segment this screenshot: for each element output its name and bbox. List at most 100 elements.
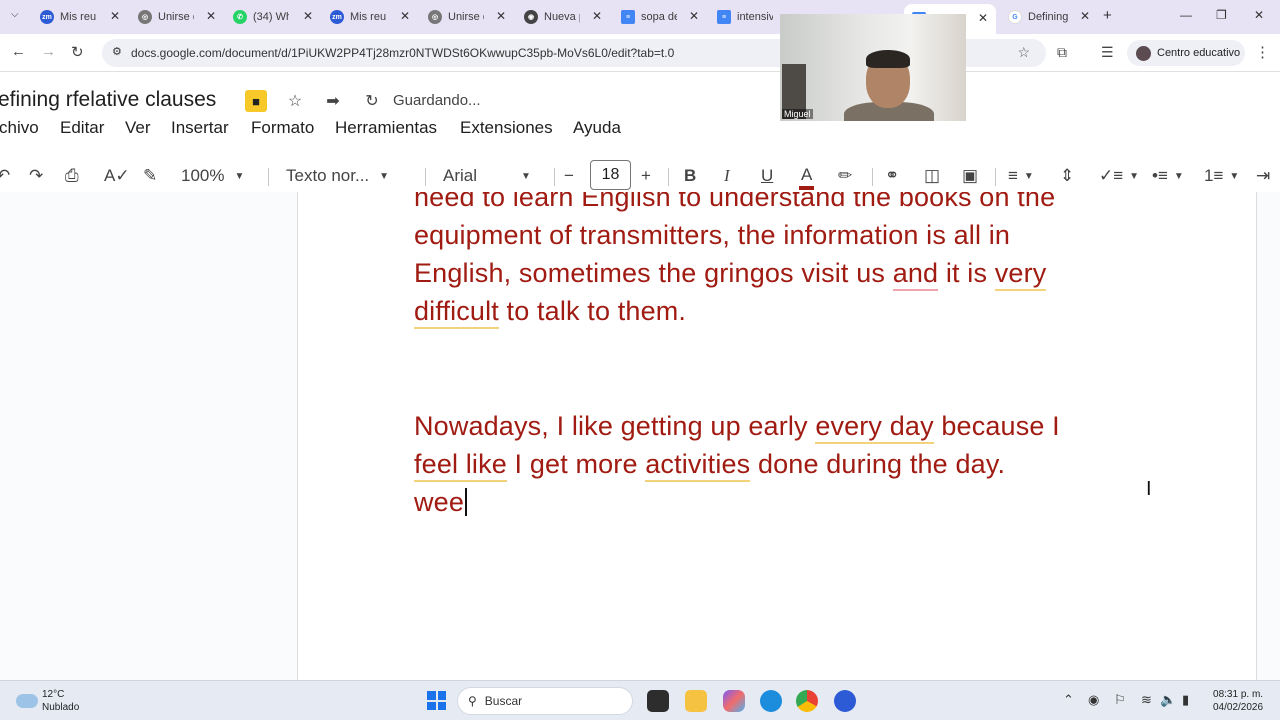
menu-ayuda[interactable]: Ayuda <box>573 118 621 138</box>
weather-widget[interactable]: 12°C Nublado <box>16 688 79 714</box>
browser-tab-2[interactable]: ✆ (34) Wh ✕ <box>233 7 313 27</box>
menu-formato[interactable]: Formato <box>251 118 314 138</box>
star-icon[interactable]: ☆ <box>284 90 306 112</box>
bulleted-list-icon[interactable]: •≡ ▼ <box>1152 164 1184 188</box>
line-spacing-icon[interactable]: ⇕ <box>1060 164 1074 188</box>
insert-image-icon[interactable]: ▣ <box>962 164 978 188</box>
video-call-thumbnail[interactable]: Miguel <box>780 14 966 121</box>
taskbar-clock[interactable]: 08:31 p. m. 04/02/2026 <box>1213 688 1263 714</box>
new-tab-button[interactable]: + <box>1103 7 1112 24</box>
minimize-icon[interactable]: — <box>1180 8 1192 22</box>
style-suggestion[interactable]: very <box>994 258 1047 291</box>
paragraph-1-line-2[interactable]: English, sometimes the gringos visit us … <box>414 258 1047 291</box>
italic-button[interactable]: I <box>724 164 730 188</box>
browser-tab-6[interactable]: ≡ sopa de ✕ <box>621 7 699 27</box>
text-color-button[interactable]: A <box>799 164 815 190</box>
menu-archivo[interactable]: chivo <box>0 118 39 138</box>
address-url[interactable]: docs.google.com/document/d/1PiUKW2PP4Tj2… <box>131 46 674 60</box>
close-tab-icon[interactable]: ✕ <box>592 9 602 23</box>
move-folder-icon[interactable]: ➡ <box>322 90 344 112</box>
browser-menu-icon[interactable]: ⋮ <box>1255 43 1270 61</box>
back-icon[interactable]: ← <box>11 43 26 60</box>
browser-tab-4[interactable]: ◎ Unirse d ✕ <box>428 7 506 27</box>
document-page[interactable]: need to learn English to understand the … <box>297 192 1257 680</box>
browser-tab-7[interactable]: ≡ intensive <box>717 7 777 27</box>
paragraph-2-line-2[interactable]: wee <box>414 487 467 518</box>
close-tab-icon[interactable]: ✕ <box>400 9 410 23</box>
windows-start-icon[interactable] <box>427 691 446 710</box>
align-left-icon[interactable]: ≡ ▼ <box>1008 164 1034 188</box>
browser-tab-1[interactable]: ◎ Unirse d ✕ <box>138 7 216 27</box>
bookmark-star-icon[interactable]: ☆ <box>1017 44 1030 61</box>
print-icon[interactable]: ⎙ <box>65 164 79 188</box>
edge-icon[interactable] <box>760 690 782 712</box>
decrease-font-size-button[interactable]: − <box>564 164 574 188</box>
task-view-icon[interactable] <box>647 690 669 712</box>
close-tab-icon[interactable]: ✕ <box>1080 9 1090 23</box>
volume-icon[interactable]: 🔈 <box>1160 692 1176 708</box>
paragraph-2-line-0[interactable]: Nowadays, I like getting up early every … <box>414 411 1060 444</box>
menu-extensiones[interactable]: Extensiones <box>460 118 553 138</box>
profile-chip[interactable]: Centro educativo <box>1127 40 1245 66</box>
paragraph-1-line-3[interactable]: difficult to talk to them. <box>414 296 686 329</box>
underline-button[interactable]: U <box>761 164 773 188</box>
tab-search-chevron-icon[interactable]: ⌵ <box>11 9 19 20</box>
zoom-icon[interactable] <box>834 690 856 712</box>
show-hidden-icons-chevron-icon[interactable]: ⌃ <box>1063 692 1074 708</box>
style-suggestion[interactable]: feel like <box>414 449 507 482</box>
browser-tab-10[interactable]: G Defining ✕ <box>1008 7 1090 27</box>
menu-insertar[interactable]: Insertar <box>171 118 229 138</box>
file-explorer-icon[interactable] <box>685 690 707 712</box>
menu-herramientas[interactable]: Herramientas <box>335 118 437 138</box>
paragraph-1-line-1[interactable]: equipment of transmitters, the informati… <box>414 220 1010 251</box>
chrome-icon[interactable] <box>796 690 818 712</box>
font-size-input[interactable]: 18 <box>590 160 631 190</box>
restore-icon[interactable]: ❐ <box>1216 8 1227 22</box>
wifi-icon[interactable]: ≋ <box>1141 692 1152 708</box>
tray-app-icon[interactable]: ◉ <box>1088 692 1099 708</box>
grammar-suggestion[interactable]: and <box>892 258 939 291</box>
close-tab-icon[interactable]: ✕ <box>978 11 988 25</box>
reload-icon[interactable]: ↻ <box>71 43 84 61</box>
link-icon[interactable]: ⚭ <box>885 164 899 188</box>
highlight-icon[interactable]: ✏ <box>838 164 852 188</box>
battery-icon[interactable]: ▮ <box>1182 692 1189 708</box>
close-tab-icon[interactable]: ✕ <box>110 9 120 23</box>
undo-icon[interactable]: ↶ <box>0 164 10 188</box>
close-tab-icon[interactable]: ✕ <box>689 9 699 23</box>
style-suggestion[interactable]: every day <box>815 411 934 444</box>
increase-font-size-button[interactable]: + <box>641 164 651 188</box>
document-title[interactable]: efining rfelative clauses <box>0 88 216 112</box>
add-comment-icon[interactable]: ◫ <box>924 164 940 188</box>
browser-tab-3[interactable]: zm Mis reun ✕ <box>330 7 410 27</box>
menu-ver[interactable]: Ver <box>125 118 151 138</box>
media-controls-icon[interactable]: ☰ <box>1101 44 1114 61</box>
forward-icon[interactable]: → <box>41 43 56 60</box>
paragraph-style-select[interactable]: Texto nor... ▼ <box>286 164 389 188</box>
checklist-icon[interactable]: ✓≡ ▼ <box>1099 164 1139 188</box>
paint-format-icon[interactable]: ✎ <box>143 164 157 188</box>
bold-button[interactable]: B <box>684 164 696 188</box>
menu-editar[interactable]: Editar <box>60 118 104 138</box>
font-family-select[interactable]: Arial ▼ <box>443 164 531 188</box>
extensions-icon[interactable]: ⧉ <box>1057 44 1067 61</box>
style-suggestion[interactable]: difficult <box>414 296 499 329</box>
spellcheck-icon[interactable]: A✓ <box>104 164 130 188</box>
paragraph-1-line-0[interactable]: need to learn English to understand the … <box>414 192 1055 213</box>
browser-tab-5[interactable]: ◉ Nueva p ✕ <box>524 7 602 27</box>
site-info-icon[interactable]: ⚙ <box>112 45 122 58</box>
indent-icon[interactable]: ⇥ <box>1256 164 1270 188</box>
numbered-list-icon[interactable]: 1≡ ▼ <box>1204 164 1239 188</box>
zoom-select[interactable]: 100% ▼ <box>181 164 244 188</box>
close-tab-icon[interactable]: ✕ <box>496 9 506 23</box>
browser-tab-0[interactable]: zm Mis reun ✕ <box>40 7 120 27</box>
tray-app-icon[interactable]: ⚐ <box>1114 692 1126 708</box>
close-tab-icon[interactable]: ✕ <box>206 9 216 23</box>
paragraph-2-line-1[interactable]: feel like I get more activities done dur… <box>414 449 1005 482</box>
taskbar-search[interactable]: ⚲ Buscar <box>457 687 633 715</box>
redo-icon[interactable]: ↷ <box>29 164 43 188</box>
offline-unavailable-icon[interactable]: ■ <box>245 90 267 112</box>
copilot-icon[interactable] <box>723 690 745 712</box>
close-tab-icon[interactable]: ✕ <box>303 9 313 23</box>
close-window-icon[interactable]: ✕ <box>1254 8 1264 22</box>
